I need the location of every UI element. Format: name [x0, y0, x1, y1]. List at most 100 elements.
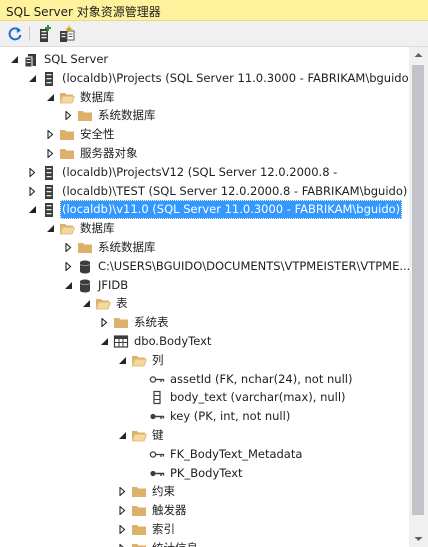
expanded-arrow-icon[interactable] — [118, 431, 127, 440]
folder-icon — [114, 318, 128, 329]
tree-node-label: dbo.BodyText — [134, 334, 212, 348]
tree-node[interactable]: body_text (varchar(max), null) — [0, 388, 409, 407]
server-icon — [45, 184, 53, 199]
tree-node-label: 服务器对象 — [80, 146, 138, 160]
collapsed-arrow-icon[interactable] — [64, 261, 73, 271]
folder-icon — [60, 149, 74, 159]
folder-icon — [132, 543, 146, 547]
expanded-arrow-icon[interactable] — [64, 281, 73, 290]
tree-node[interactable]: FK_BodyText_Metadata — [0, 445, 409, 464]
tree-node[interactable]: PK_BodyText — [0, 464, 409, 483]
tree-node[interactable]: (localdb)\v11.0 (SQL Server 11.0.3000 - … — [0, 200, 409, 220]
tree-node[interactable]: key (PK, int, not null) — [0, 407, 409, 426]
tree-node-label: 系统表 — [134, 315, 169, 330]
collapsed-arrow-icon[interactable] — [28, 186, 37, 196]
tree-node[interactable]: 数据库 — [0, 88, 409, 107]
expanded-arrow-icon[interactable] — [28, 74, 37, 83]
tree-node-label: SQL Server — [44, 52, 109, 66]
tree-node-label: (localdb)\TEST (SQL Server 12.0.2000.8 -… — [62, 183, 408, 198]
refresh-icon[interactable] — [5, 24, 25, 44]
tree-node-label: 约束 — [152, 484, 175, 499]
tree-node-label: body_text (varchar(max), null) — [170, 390, 346, 405]
folder-open-icon — [59, 224, 75, 235]
tree-node[interactable]: 数据库 — [0, 219, 409, 238]
folder-icon — [132, 506, 146, 517]
server-group-icon — [24, 54, 36, 67]
tree-node[interactable]: 安全性 — [0, 125, 409, 144]
expanded-arrow-icon[interactable] — [46, 93, 55, 102]
tree-node-label: C:\USERS\BGUIDO\DOCUMENTS\VTPMEISTER\VTP… — [98, 258, 409, 273]
primary-key-icon — [150, 470, 165, 476]
expanded-arrow-icon[interactable] — [28, 205, 37, 214]
scrollbar-thumb[interactable] — [412, 65, 424, 515]
foreign-key-column-icon — [149, 375, 165, 383]
folder-open-icon — [131, 431, 147, 442]
tree-node[interactable]: 索引 — [0, 520, 409, 539]
collapsed-arrow-icon[interactable] — [118, 487, 127, 497]
scroll-up-arrow-icon[interactable] — [409, 47, 428, 63]
tree-node[interactable]: dbo.BodyText — [0, 332, 409, 351]
collapsed-arrow-icon[interactable] — [46, 130, 55, 140]
vertical-scrollbar[interactable] — [409, 47, 428, 547]
scroll-down-arrow-icon[interactable] — [409, 531, 428, 547]
collapsed-arrow-icon[interactable] — [64, 111, 73, 121]
new-query-icon[interactable] — [57, 24, 77, 44]
tree-node[interactable]: 统计信息 — [0, 539, 409, 547]
tree-node-label: (localdb)\v11.0 (SQL Server 11.0.3000 - … — [60, 200, 403, 220]
tree-node-label: (localdb)\Projects (SQL Server 11.0.3000… — [62, 70, 409, 85]
tree-node[interactable]: assetId (FK, nchar(24), not null) — [0, 370, 409, 389]
tree-node-label: 表 — [116, 296, 128, 311]
add-server-icon[interactable] — [35, 24, 55, 44]
expanded-arrow-icon[interactable] — [46, 224, 55, 233]
tree-node-label: 统计信息 — [150, 539, 200, 547]
collapsed-arrow-icon[interactable] — [118, 506, 127, 516]
collapsed-arrow-icon[interactable] — [100, 318, 109, 328]
window-title: SQL Server 对象资源管理器 — [0, 0, 428, 21]
tree-node-label: 键 — [152, 428, 164, 442]
tree-node[interactable]: SQL Server — [0, 50, 409, 69]
tree-node-label: PK_BodyText — [170, 465, 243, 480]
tree-node[interactable]: 系统表 — [0, 313, 409, 332]
tree-node[interactable]: 列 — [0, 351, 409, 370]
folder-open-icon — [131, 355, 147, 367]
tree-node[interactable]: 服务器对象 — [0, 144, 409, 163]
tree-node[interactable]: JFIDB — [0, 276, 409, 295]
collapsed-arrow-icon[interactable] — [46, 149, 55, 158]
tree-node-label: 列 — [152, 352, 164, 367]
tree-node[interactable]: 触发器 — [0, 501, 409, 520]
database-icon — [79, 279, 91, 293]
tree-node[interactable]: (localdb)\TEST (SQL Server 12.0.2000.8 -… — [0, 182, 409, 201]
primary-key-column-icon — [150, 414, 165, 420]
folder-icon — [132, 487, 146, 498]
server-icon — [45, 203, 53, 218]
folder-icon — [132, 525, 146, 535]
tree-node[interactable]: 系统数据库 — [0, 238, 409, 257]
toolbar — [0, 21, 428, 47]
tree-node-label: (localdb)\ProjectsV12 (SQL Server 12.0.2… — [62, 164, 338, 179]
tree-node[interactable]: 系统数据库 — [0, 106, 409, 125]
tree-node[interactable]: (localdb)\ProjectsV12 (SQL Server 12.0.2… — [0, 163, 409, 182]
tree-node-label: 系统数据库 — [98, 108, 156, 123]
expanded-arrow-icon[interactable] — [118, 356, 127, 365]
collapsed-arrow-icon[interactable] — [64, 243, 73, 252]
folder-open-icon — [59, 92, 75, 103]
tree-node[interactable]: (localdb)\Projects (SQL Server 11.0.3000… — [0, 69, 409, 88]
expanded-arrow-icon[interactable] — [82, 299, 91, 308]
table-icon — [113, 335, 129, 348]
tree-node-label: 安全性 — [80, 127, 115, 142]
tree-node[interactable]: 约束 — [0, 482, 409, 501]
database-icon — [79, 260, 91, 274]
collapsed-arrow-icon[interactable] — [118, 525, 127, 534]
expanded-arrow-icon[interactable] — [10, 55, 19, 64]
tree-node-label: assetId (FK, nchar(24), not null) — [170, 371, 353, 386]
server-icon — [45, 165, 53, 180]
expanded-arrow-icon[interactable] — [100, 337, 109, 346]
tree-node-label: JFIDB — [98, 277, 129, 292]
tree-node-label: 触发器 — [152, 503, 187, 518]
collapsed-arrow-icon[interactable] — [28, 167, 37, 177]
toolbar-separator — [29, 26, 30, 41]
tree-node[interactable]: 键 — [0, 426, 409, 445]
tree-node[interactable]: C:\USERS\BGUIDO\DOCUMENTS\VTPMEISTER\VTP… — [0, 257, 409, 276]
folder-icon — [78, 111, 92, 122]
tree-node[interactable]: 表 — [0, 294, 409, 313]
